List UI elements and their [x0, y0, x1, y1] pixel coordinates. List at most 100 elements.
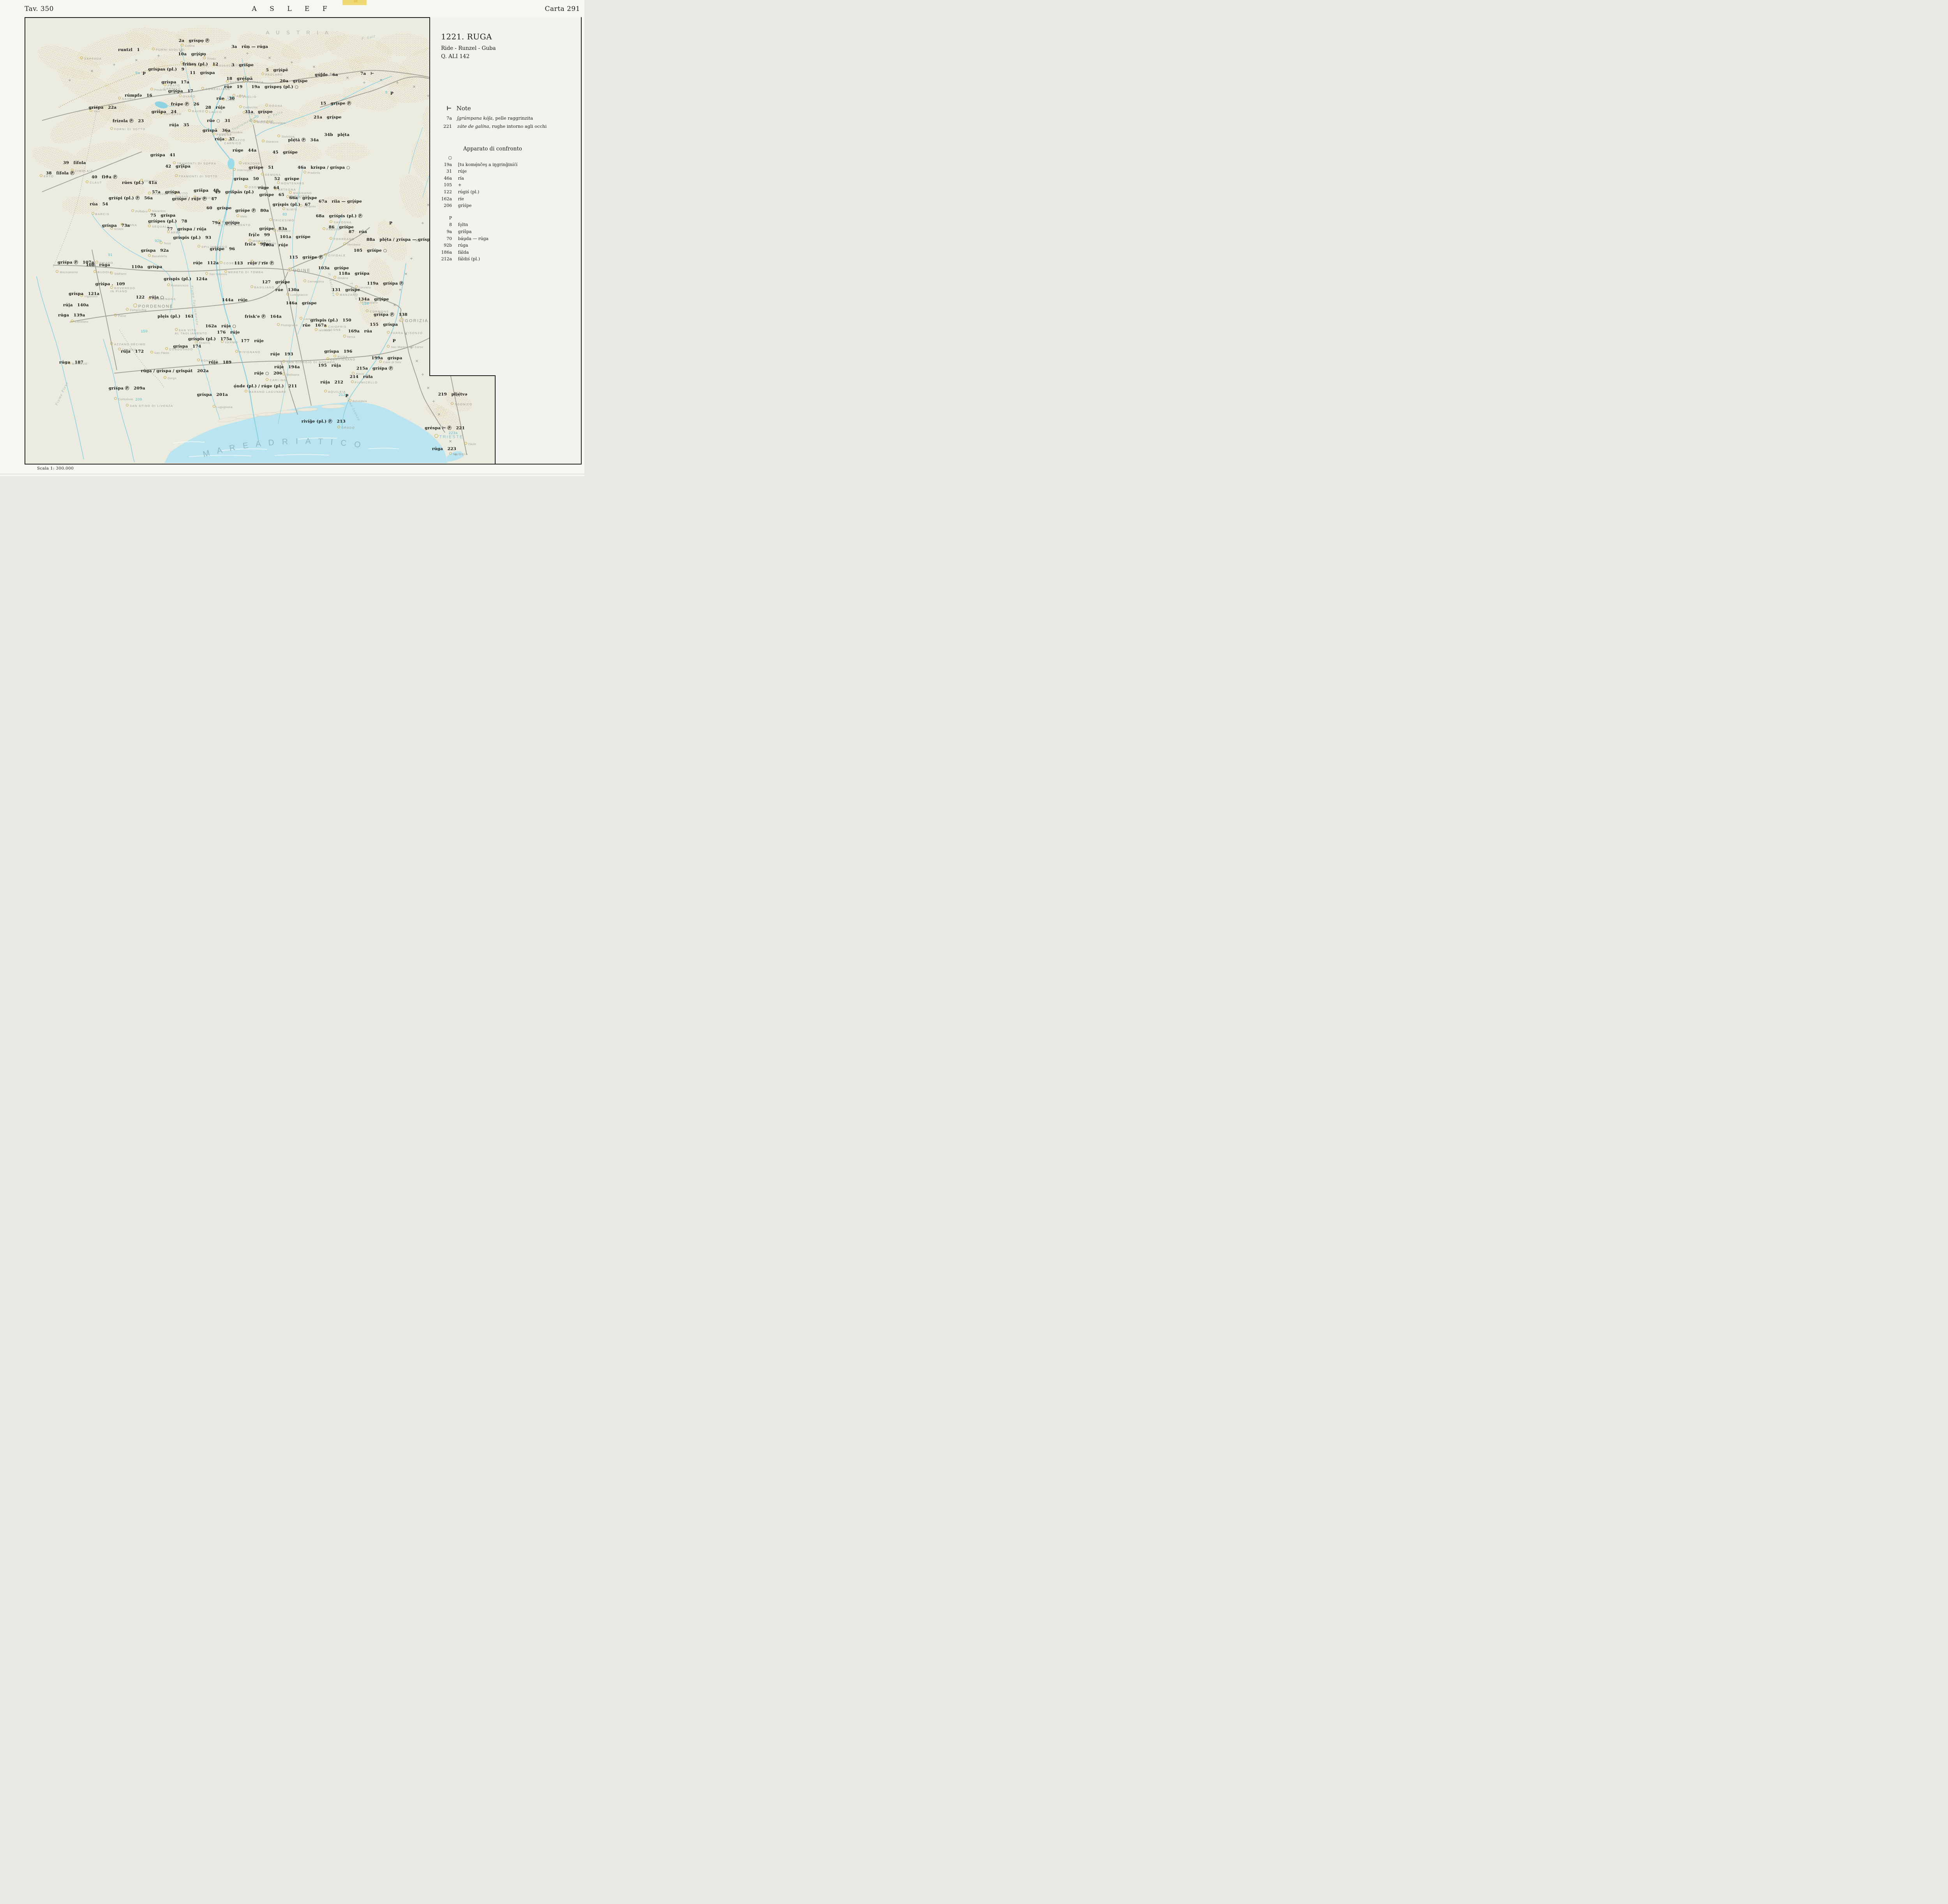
svg-text:+: +: [399, 288, 402, 292]
map-label: 176 rúi̯e: [217, 330, 240, 335]
map-label: friskʼe Ⓟ 164a: [245, 314, 282, 320]
place-label: MUGGIA: [449, 452, 468, 456]
place-label: MONTENARS: [277, 181, 305, 185]
place-label: San Martino del Carso: [387, 345, 423, 349]
svg-text:✕: ✕: [404, 272, 408, 277]
map-label: 103a gríśpe: [318, 266, 349, 270]
place-label: GRADO: [337, 426, 355, 429]
note-item-word: záte de galína: [457, 124, 489, 129]
svg-text:✕: ✕: [415, 359, 418, 364]
apparato-header: Apparato di confronto: [463, 146, 522, 152]
svg-text:+: +: [432, 399, 435, 404]
map-label: P: [143, 71, 146, 76]
map-label: gríspa 50: [234, 177, 259, 181]
map-label: rúi̯e ○ 206: [254, 371, 282, 376]
place-label: RUDA: [333, 355, 348, 359]
svg-text:+: +: [113, 63, 116, 67]
apparato-item: 186a fálda: [430, 249, 581, 256]
map-label: 46a kríspa / gríspa ○: [298, 165, 350, 170]
apparato-item-number: 8: [430, 221, 452, 228]
note-item: 7a ʃgrúmpana kóʃa, pelle raggrinzita: [430, 115, 581, 121]
map-label: gríspa 196: [324, 349, 352, 354]
place-label: San Odorico: [205, 272, 227, 276]
map-label: rúi̯e 194a: [274, 365, 300, 369]
place-label: Lumignacco: [286, 293, 307, 297]
place-label: San Páolo: [150, 351, 169, 355]
carta-number: Carta 291: [545, 5, 580, 13]
place-label: Cave di Selz: [379, 360, 401, 364]
map-label: runtzl 1: [118, 48, 140, 52]
apparato-item-number: 19a: [430, 161, 452, 168]
map-label: 10a grį́śpǫ: [178, 52, 206, 57]
map-label: 146a gríspe: [286, 301, 317, 306]
place-label: 8: [385, 91, 388, 95]
svg-text:+: +: [396, 81, 399, 85]
map-label: P: [345, 394, 348, 398]
map-label: grį́śpa 17: [168, 89, 193, 94]
map-label: rúi̯a 37: [215, 137, 235, 141]
map-label: 134a grį́śpe: [358, 297, 389, 302]
apparato-item: 105 +: [430, 182, 581, 189]
place-label: Pradielis: [303, 171, 320, 175]
map-label: gríspa 92a: [141, 248, 169, 253]
svg-text:✕: ✕: [449, 440, 452, 444]
map-label: gríspä 36a: [203, 128, 231, 133]
apparato-item-number: 206: [430, 202, 452, 209]
atlas-page: Tav. 350 A S L E F Carta 291: [0, 0, 584, 476]
place-label: RAVEO: [188, 109, 205, 113]
place-label: SAN STINO DI LIVENZA: [126, 404, 173, 408]
map-label: rivíǧe (pl.) Ⓟ 213: [302, 419, 346, 424]
map-label: gríspe 65: [259, 193, 284, 197]
place-label: Versa: [343, 335, 355, 339]
map-label: 15 grį́spe Ⓟ: [320, 100, 351, 106]
place-label: BUDOIA: [94, 270, 112, 274]
svg-text:+: +: [410, 257, 413, 261]
place-label: CIVIDALE: [324, 253, 346, 257]
map-label: 105 gríśpe ○: [354, 248, 387, 253]
map-label: 115 gríśpe Ⓟ: [289, 254, 323, 260]
map-label: 52 gríspe: [274, 177, 300, 181]
map-label: rúge 44a: [233, 148, 257, 153]
svg-text:+: +: [421, 221, 424, 225]
place-label: 159: [141, 330, 148, 334]
svg-text:✕: ✕: [90, 69, 94, 74]
map-label: P: [389, 221, 392, 226]
map-label: 42 grį̄špa: [165, 164, 191, 169]
map-label: 169a rúa: [348, 329, 372, 334]
place-label: Basaldella: [148, 254, 167, 258]
note-label: Note: [457, 105, 471, 112]
map-label: rúga / gríspa / grispát 202a: [141, 369, 209, 373]
map-label: rúmpfə 16: [125, 93, 152, 98]
place-label: Flumignano: [277, 323, 298, 327]
svg-text:+: +: [290, 60, 293, 65]
svg-text:+: +: [421, 373, 424, 377]
map-label: 38 ſíſola Ⓟ: [46, 170, 74, 176]
map-label: 3 gríšpe: [231, 63, 254, 67]
map-label: ǫ́nde (pl.) / rúge (pl.) 211: [234, 384, 297, 389]
place-label: Raccolana: [266, 121, 286, 125]
map-label: 7a ⊢: [360, 71, 374, 76]
map-label: 113 rúi̯e / ríe Ⓟ: [234, 260, 274, 266]
map-label: 79a grį́śpe: [212, 221, 240, 225]
place-label: Zàule: [464, 442, 476, 446]
apparato-item-word: fálda: [458, 250, 469, 255]
map-label: gríśpa 22a: [89, 105, 117, 110]
map-label: 155 gríspa: [370, 322, 398, 327]
map-label: gríśpa Ⓟ 209a: [109, 385, 145, 391]
map-label: 40 ſiϑa Ⓟ: [92, 174, 117, 180]
apparato-item: 46a ría: [430, 175, 581, 182]
entry-title: 1221. RUGA: [441, 32, 492, 41]
svg-text:✕: ✕: [268, 56, 271, 60]
map-label: gríspis (pl.) 124a: [164, 277, 207, 281]
map-label: rúi̯a 172: [121, 349, 144, 354]
place-label: BARCIS: [92, 212, 109, 216]
svg-text:✕: ✕: [379, 78, 383, 83]
place-label: CLAUT: [86, 180, 102, 184]
map-label: rúes (pl.) 41a: [122, 180, 157, 185]
yellow-tab-mark: [354, 0, 358, 2]
place-label: Gorgo: [164, 376, 176, 380]
apparato-item: 70 báu̯da — rúga: [430, 235, 581, 242]
place-label: 209: [135, 398, 142, 402]
map-label: rúi̯e 112a: [193, 261, 219, 265]
apparato-item: P: [430, 215, 581, 222]
